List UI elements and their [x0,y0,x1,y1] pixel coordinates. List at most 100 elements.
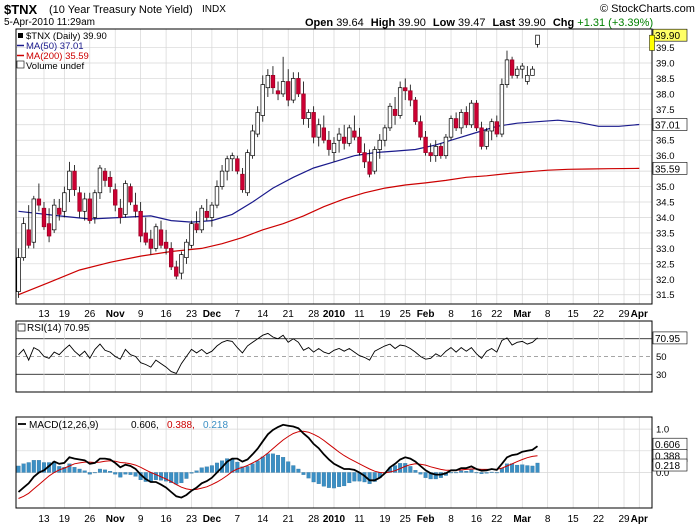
macd-histogram-bar [189,472,194,474]
candle [464,112,469,126]
price-marker-label: 39.90 [655,31,680,42]
macd-histogram-bar [316,472,321,484]
macd-histogram-bar [337,472,342,487]
price-x-tick: 23 [186,309,198,320]
candle [347,127,352,144]
candle [87,198,92,221]
price-x-tick: 16 [471,309,483,320]
candle [423,136,428,153]
macd-x-tick: 7 [235,514,241,525]
candle [408,90,413,101]
macd-x-tick: 11 [354,514,365,525]
macd-histogram-bar [321,472,326,487]
candle [352,130,357,138]
macd-histogram-bar [123,472,128,475]
macd-histogram-bar [326,472,331,488]
price-x-tick: 19 [379,309,391,320]
price-y-tick: 36.0 [656,151,675,162]
macd-x-tick: 21 [283,514,295,525]
candle [525,74,530,82]
macd-histogram-bar [306,472,311,479]
candle [169,248,174,268]
macd-histogram-bar [113,472,118,475]
candle [270,74,276,89]
macd-histogram-bar [413,470,418,473]
macd-histogram-bar [118,472,123,478]
price-y-tick: 39.5 [656,43,675,54]
macd-histogram-bar [204,466,209,473]
macd-x-tick: 15 [568,514,580,525]
price-x-tick: Nov [106,309,125,320]
macd-histogram-bar [449,472,454,474]
macd-histogram-bar [97,468,102,473]
candle [504,59,510,85]
macd-histogram-bar [286,461,291,473]
price-x-tick: 21 [283,309,295,320]
candle [438,146,444,157]
macd-histogram-bar [332,472,336,489]
macd-histogram-bar [31,460,36,473]
candle [530,68,535,76]
macd-histogram-bar [423,472,428,478]
legend-swatch [18,33,23,38]
price-y-tick: 31.5 [656,290,675,301]
candle [403,87,408,92]
candle [123,183,128,215]
macd-y-tick: 1.0 [656,425,669,436]
macd-histogram-bar [265,453,270,473]
macd-x-tick: 16 [471,514,483,525]
price-y-tick: 33.5 [656,228,675,239]
candle [392,108,398,116]
macd-histogram-bar [250,463,255,473]
macd-histogram-bar [133,472,138,477]
rsi-y-tick: 30 [656,370,667,381]
candle [377,139,382,150]
candle [62,192,67,212]
macd-x-tick: 8 [545,514,551,525]
macd-legend-entry: 0.388, [167,420,195,431]
macd-x-tick: Apr [631,514,648,525]
macd-histogram-bar [403,463,408,473]
macd-x-tick: Dec [203,514,222,525]
candle [107,176,113,187]
candle [143,232,148,243]
price-x-tick: 14 [257,309,269,320]
candle [209,204,215,218]
rsi-legend-swatch [17,323,26,332]
candle [479,127,484,147]
macd-histogram-bar [184,472,189,479]
macd-x-tick: 29 [618,514,630,525]
macd-histogram-bar [418,472,423,475]
price-x-tick: 15 [568,309,580,320]
macd-histogram-bar [469,469,474,473]
candle [509,59,515,76]
candle [102,170,108,181]
macd-histogram-bar [347,472,352,484]
macd-histogram-bar [235,461,240,473]
candle [128,186,133,203]
macd-x-tick: 19 [59,514,71,525]
macd-x-tick: 14 [257,514,269,525]
macd-histogram-bar [301,472,306,475]
candle [418,121,423,138]
candle [179,254,184,274]
macd-histogram-bar [87,472,92,475]
candle [535,34,540,45]
candle [26,229,31,246]
macd-histogram-bar [103,469,108,473]
macd-histogram-bar [255,460,260,473]
macd-histogram-bar [260,456,265,473]
macd-x-tick: 8 [448,514,454,525]
candle [57,207,62,215]
candle [189,223,194,246]
candle [494,121,499,135]
candle [382,127,388,141]
macd-x-tick: 25 [400,514,412,525]
macd-histogram-bar [459,470,464,473]
macd-histogram-bar [530,465,535,473]
price-y-tick: 34.0 [656,213,675,224]
candle [484,130,489,147]
candle [336,133,342,141]
candle [275,90,281,95]
candle [520,65,525,70]
